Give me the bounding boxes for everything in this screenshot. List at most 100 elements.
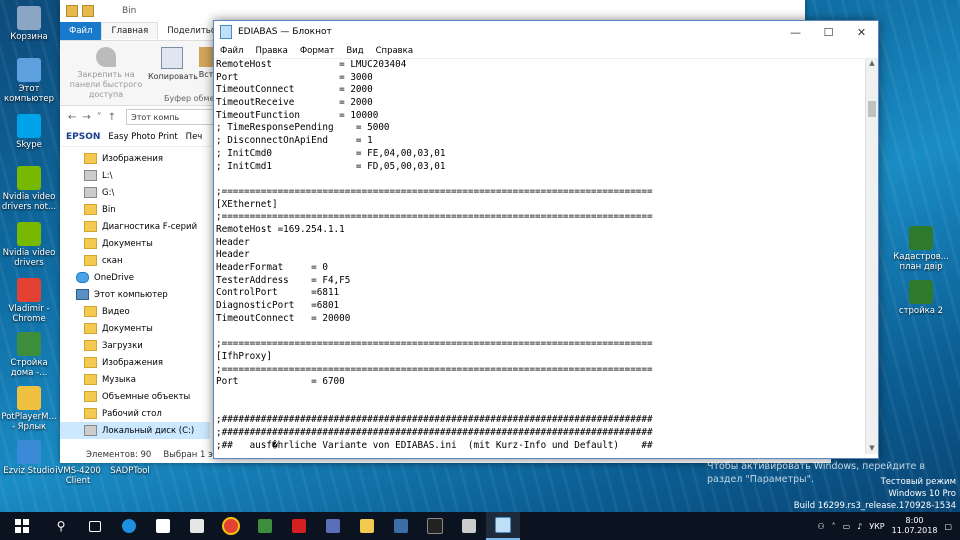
- app-icon: [17, 278, 41, 302]
- up-arrow-icon[interactable]: ↑: [108, 112, 116, 123]
- desktop-icon[interactable]: Корзина: [0, 6, 58, 42]
- desktop-icon[interactable]: Ezviz Studio: [0, 440, 58, 476]
- taskbar-store[interactable]: [180, 512, 214, 540]
- menu-file[interactable]: Файл: [214, 46, 249, 56]
- desktop-icon-label: Стройка дома -...: [10, 358, 48, 378]
- desktop-icon[interactable]: Vladimir - Chrome: [0, 278, 58, 324]
- desktop-icon[interactable]: Nvidia video drivers not...: [0, 166, 58, 212]
- taskbar-app-terminal[interactable]: [418, 512, 452, 540]
- desktop-icon-label: Nvidia video drivers not...: [1, 192, 57, 212]
- desktop-icon-kadastr[interactable]: Кадастров... план двір: [888, 226, 954, 272]
- tree-item[interactable]: Изображения: [60, 150, 210, 167]
- notifications-icon[interactable]: ▢: [944, 522, 952, 531]
- easy-photo-print-button[interactable]: Easy Photo Print: [108, 132, 177, 142]
- desktop-icon-label: Vladimir - Chrome: [8, 304, 50, 324]
- desktop-icon[interactable]: Этот компьютер: [0, 58, 58, 104]
- notepad-titlebar[interactable]: EDIABAS — Блокнот — ☐ ✕: [214, 21, 878, 43]
- properties-icon[interactable]: [82, 5, 94, 17]
- desktop-icon-sadptool[interactable]: SADPTool: [104, 466, 156, 476]
- tree-item-label: Музыка: [102, 374, 136, 385]
- taskbar-notepad[interactable]: [486, 512, 520, 540]
- tree-item[interactable]: Загрузки: [60, 337, 210, 354]
- tab-file[interactable]: Файл: [60, 22, 102, 40]
- explorer-titlebar[interactable]: Bin: [60, 0, 805, 22]
- paste-icon: [199, 47, 213, 67]
- menu-edit[interactable]: Правка: [249, 46, 293, 56]
- taskbar-app-floppy[interactable]: [316, 512, 350, 540]
- scroll-thumb[interactable]: [868, 101, 876, 117]
- back-arrow-icon[interactable]: ←: [68, 112, 76, 123]
- text-line: ;=======================================…: [216, 211, 653, 223]
- desktop-icon[interactable]: PotPlayerM... - Ярлык: [0, 386, 58, 432]
- menu-help[interactable]: Справка: [370, 46, 419, 56]
- taskbar: ⚲ ⚇ ˄ ▭ ♪ УКР 8:00 11.07.2018 ▢: [0, 512, 960, 540]
- taskbar-explorer[interactable]: [350, 512, 384, 540]
- desktop-icon[interactable]: Стройка дома -...: [0, 332, 58, 378]
- tree-item[interactable]: Документы: [60, 320, 210, 337]
- tab-home[interactable]: Главная: [101, 22, 159, 40]
- desktop-icon-stroyka2[interactable]: стройка 2: [888, 280, 954, 316]
- tree-item[interactable]: L:\: [60, 167, 210, 184]
- menu-format[interactable]: Формат: [294, 46, 341, 56]
- desktop-icon[interactable]: Nvidia video drivers: [0, 222, 58, 268]
- paste-button[interactable]: Вст: [198, 47, 214, 80]
- menu-view[interactable]: Вид: [340, 46, 369, 56]
- start-button[interactable]: [0, 512, 44, 540]
- pin-quick-access-button[interactable]: Закрепить на панели быстрого доступа: [64, 47, 148, 100]
- app-icon: [258, 519, 272, 533]
- tree-item[interactable]: Рабочий стол: [60, 405, 210, 422]
- windows-icon: [15, 519, 29, 533]
- volume-icon[interactable]: ♪: [857, 522, 862, 531]
- chevron-up-icon[interactable]: ˄: [832, 522, 836, 531]
- tree-item[interactable]: Видео: [60, 303, 210, 320]
- taskbar-mail[interactable]: [146, 512, 180, 540]
- taskbar-app-green[interactable]: [248, 512, 282, 540]
- tree-item[interactable]: Диагностика F-серий: [60, 218, 210, 235]
- tree-item[interactable]: OneDrive: [60, 269, 210, 286]
- tree-item[interactable]: Документы: [60, 235, 210, 252]
- tree-item[interactable]: Bin: [60, 201, 210, 218]
- taskbar-app-doc[interactable]: [384, 512, 418, 540]
- clock[interactable]: 8:00 11.07.2018: [892, 516, 938, 536]
- text-line: [IfhProxy]: [216, 350, 272, 362]
- desktop-icon-label: Этот компьютер: [3, 84, 55, 104]
- clock-date: 11.07.2018: [891, 526, 938, 535]
- network-icon[interactable]: ▭: [843, 522, 851, 531]
- quick-access-toolbar: [66, 4, 114, 18]
- close-button[interactable]: ✕: [845, 21, 878, 43]
- vertical-scrollbar[interactable]: ▲ ▼: [865, 59, 878, 454]
- taskbar-app-red[interactable]: [282, 512, 316, 540]
- forward-arrow-icon[interactable]: →: [82, 112, 90, 123]
- text-editor[interactable]: RemoteHost = LMUC203404 Port = 3000 Timeou…: [216, 59, 864, 454]
- desktop-icon-label: Nvidia video drivers: [2, 248, 56, 268]
- folder-icon: [84, 221, 97, 232]
- tree-item-label: L:\: [102, 170, 113, 181]
- tree-item[interactable]: G:\: [60, 184, 210, 201]
- taskbar-edge[interactable]: [112, 512, 146, 540]
- desktop-icon[interactable]: Skype: [0, 114, 58, 150]
- taskbar-chrome[interactable]: [214, 512, 248, 540]
- language-indicator[interactable]: УКР: [869, 522, 884, 531]
- text-line: Header: [216, 236, 250, 248]
- maximize-button[interactable]: ☐: [812, 21, 845, 43]
- store-icon: [190, 519, 204, 533]
- tree-item[interactable]: Изображения: [60, 354, 210, 371]
- people-icon[interactable]: ⚇: [817, 522, 824, 531]
- print-button[interactable]: Печ: [186, 132, 203, 142]
- task-view-button[interactable]: [78, 512, 112, 540]
- tree-item[interactable]: Локальный диск (C:): [60, 422, 210, 439]
- tree-item[interactable]: Этот компьютер: [60, 286, 210, 303]
- minimize-button[interactable]: —: [779, 21, 812, 43]
- tree-item[interactable]: Музыка: [60, 371, 210, 388]
- tree-item[interactable]: Объемные объекты: [60, 388, 210, 405]
- chevron-down-icon[interactable]: ˅: [97, 112, 102, 123]
- tree-item-label: Объемные объекты: [102, 391, 191, 402]
- desktop-icon-ivms[interactable]: iVMS-4200 Client: [52, 466, 104, 486]
- tree-item[interactable]: скан: [60, 252, 210, 269]
- text-line: RemoteHost = LMUC203404: [216, 59, 407, 70]
- taskbar-calculator[interactable]: [452, 512, 486, 540]
- search-button[interactable]: ⚲: [44, 512, 78, 540]
- scroll-up-icon[interactable]: ▲: [866, 59, 878, 69]
- text-line: Port = 3000: [216, 71, 373, 83]
- copy-button[interactable]: Копировать: [148, 47, 198, 82]
